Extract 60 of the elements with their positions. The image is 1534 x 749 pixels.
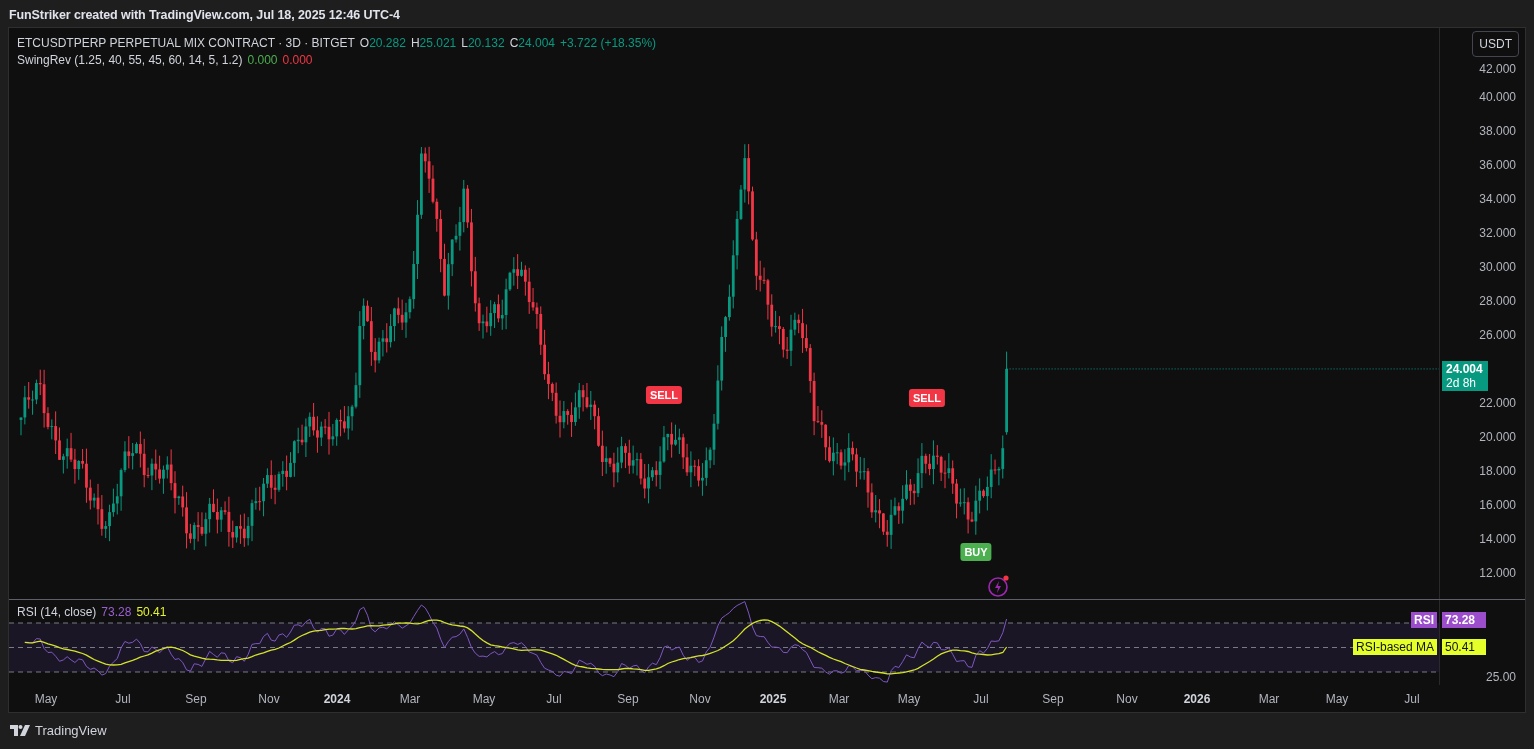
time-axis-label: May: [34, 692, 58, 706]
ohlc-value: C24.004: [509, 36, 555, 50]
time-axis-label: Jul: [1404, 692, 1420, 706]
time-axis-label: 2024: [323, 692, 351, 706]
price-axis-label: 18.000: [1479, 464, 1516, 478]
buy-signal-label: BUY: [960, 543, 992, 561]
rsi-axis-value: 73.28: [1442, 612, 1486, 628]
ohlc-value: O20.282: [359, 36, 406, 50]
price-axis-label: 20.000: [1479, 430, 1516, 444]
rsi-ma-axis-value: 50.41: [1442, 639, 1486, 655]
time-axis-label: Jul: [973, 692, 989, 706]
bar-countdown: 2d 8h: [1446, 375, 1478, 390]
time-axis-label: Mar: [828, 692, 850, 706]
brand-name: TradingView: [35, 722, 107, 738]
price-axis-label: 26.000: [1479, 328, 1516, 342]
price-change: +3.722 (+18.35%): [560, 36, 657, 50]
time-axis-label: May: [472, 692, 496, 706]
time-axis-label: Sep: [1042, 692, 1064, 706]
currency-button[interactable]: USDT: [1472, 31, 1519, 57]
time-axis-label: May: [1325, 692, 1349, 706]
symbol-name: ETCUSDTPERP PERPETUAL MIX CONTRACT · 3D · BITGET: [17, 36, 355, 50]
rsi-title: RSI (14, close): [17, 605, 97, 619]
last-price-value: 24.004: [1446, 361, 1484, 376]
price-axis-label: 36.000: [1479, 158, 1516, 172]
indicator-name: SwingRev (1.25, 40, 55, 45, 60, 14, 5, 1.2): [17, 53, 243, 67]
time-axis-label: Nov: [1116, 692, 1138, 706]
time-axis-label: Nov: [689, 692, 711, 706]
rsi-tag: RSI: [1411, 612, 1437, 628]
time-axis-label: Mar: [399, 692, 421, 706]
indicator-value: 0.000: [247, 53, 278, 67]
chart-title: FunStriker created with TradingView.com, Jul 18, 2025 12:46 UTC-4: [9, 8, 400, 22]
rsi-ma-tag: RSI-based MA: [1352, 639, 1437, 655]
rsi-axis-label: 25.00: [1485, 670, 1516, 684]
sell-signal-label: SELL: [645, 386, 683, 404]
time-axis-label: Nov: [258, 692, 280, 706]
ohlc-value: H25.021: [410, 36, 457, 50]
price-axis-label: 40.000: [1479, 90, 1516, 104]
sell-signal-label: SELL: [908, 389, 946, 407]
time-axis-label: Sep: [617, 692, 639, 706]
price-axis-label: 16.000: [1479, 498, 1516, 512]
indicator-value: 0.000: [282, 53, 313, 67]
ohlc-value: L20.132: [461, 36, 505, 50]
price-axis-label: 32.000: [1479, 226, 1516, 240]
time-axis-label: May: [897, 692, 921, 706]
rsi-ma-value: 50.41: [136, 605, 167, 619]
rsi-value: 73.28: [101, 605, 132, 619]
price-axis-label: 12.000: [1479, 566, 1516, 580]
time-axis-label: 2026: [1183, 692, 1211, 706]
time-axis-label: Jul: [546, 692, 562, 706]
time-axis-label: Sep: [185, 692, 207, 706]
price-axis-label: 38.000: [1479, 124, 1516, 138]
time-axis-label: Jul: [115, 692, 131, 706]
price-axis-label: 22.000: [1479, 396, 1516, 410]
time-axis-label: 2025: [759, 692, 787, 706]
price-axis-label: 14.000: [1479, 532, 1516, 546]
price-axis-label: 42.000: [1479, 62, 1516, 76]
price-axis-label: 28.000: [1479, 294, 1516, 308]
price-axis-label: 34.000: [1479, 192, 1516, 206]
time-axis-label: Mar: [1258, 692, 1280, 706]
price-axis-label: 30.000: [1479, 260, 1516, 274]
